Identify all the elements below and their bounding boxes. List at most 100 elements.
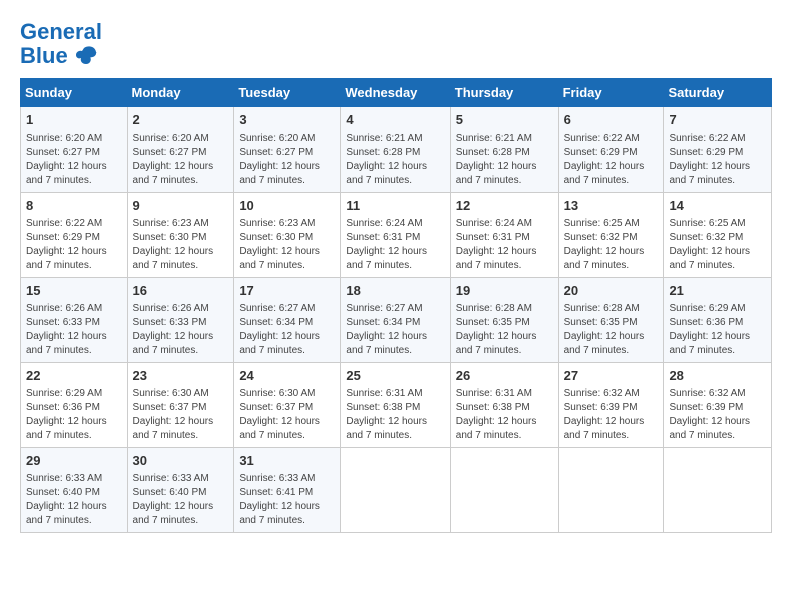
- day-info: Sunrise: 6:22 AMSunset: 6:29 PMDaylight:…: [26, 217, 122, 273]
- day-number: 8: [26, 197, 122, 215]
- calendar-week-row: 29 Sunrise: 6:33 AMSunset: 6:40 PMDayligh…: [21, 448, 772, 533]
- day-info: Sunrise: 6:31 AMSunset: 6:38 PMDaylight:…: [456, 387, 553, 443]
- day-number: 9: [133, 197, 229, 215]
- calendar-cell: 3Sunrise: 6:20 AMSunset: 6:27 PMDaylight…: [234, 107, 341, 192]
- calendar-cell: 18 Sunrise: 6:27 AMSunset: 6:34 PMDayligh…: [341, 277, 450, 362]
- day-number: 1: [26, 111, 122, 129]
- calendar-week-row: 8 Sunrise: 6:22 AMSunset: 6:29 PMDaylight…: [21, 192, 772, 277]
- day-info: Sunrise: 6:26 AMSunset: 6:33 PMDaylight:…: [133, 302, 229, 358]
- calendar-cell: [450, 448, 558, 533]
- day-info: Sunrise: 6:32 AMSunset: 6:39 PMDaylight:…: [669, 387, 766, 443]
- calendar-cell: 15 Sunrise: 6:26 AMSunset: 6:33 PMDayligh…: [21, 277, 128, 362]
- calendar-cell: 16 Sunrise: 6:26 AMSunset: 6:33 PMDayligh…: [127, 277, 234, 362]
- calendar-cell: 29 Sunrise: 6:33 AMSunset: 6:40 PMDayligh…: [21, 448, 128, 533]
- day-number: 20: [564, 282, 659, 300]
- calendar-header-row: SundayMondayTuesdayWednesdayThursdayFrid…: [21, 79, 772, 107]
- day-info: Sunrise: 6:28 AMSunset: 6:35 PMDaylight:…: [564, 302, 659, 358]
- day-number: 24: [239, 367, 335, 385]
- calendar-cell: 27 Sunrise: 6:32 AMSunset: 6:39 PMDayligh…: [558, 362, 664, 447]
- day-info: Sunrise: 6:33 AMSunset: 6:40 PMDaylight:…: [133, 472, 229, 528]
- header-saturday: Saturday: [664, 79, 772, 107]
- day-number: 23: [133, 367, 229, 385]
- day-info: Sunrise: 6:27 AMSunset: 6:34 PMDaylight:…: [239, 302, 335, 358]
- calendar-table: SundayMondayTuesdayWednesdayThursdayFrid…: [20, 78, 772, 533]
- calendar-cell: 25Sunrise: 6:31 AMSunset: 6:38 PMDayligh…: [341, 362, 450, 447]
- calendar-cell: 24 Sunrise: 6:30 AMSunset: 6:37 PMDayligh…: [234, 362, 341, 447]
- header-sunday: Sunday: [21, 79, 128, 107]
- day-info: Sunrise: 6:33 AMSunset: 6:41 PMDaylight:…: [239, 472, 335, 528]
- day-number: 28: [669, 367, 766, 385]
- day-number: 13: [564, 197, 659, 215]
- header-tuesday: Tuesday: [234, 79, 341, 107]
- day-number: 18: [346, 282, 444, 300]
- day-info: Sunrise: 6:23 AMSunset: 6:30 PMDaylight:…: [133, 217, 229, 273]
- day-info: Sunrise: 6:25 AMSunset: 6:32 PMDaylight:…: [669, 217, 766, 273]
- calendar-cell: [341, 448, 450, 533]
- day-info: Sunrise: 6:20 AMSunset: 6:27 PMDaylight:…: [26, 132, 122, 188]
- day-number: 4: [346, 111, 444, 129]
- calendar-cell: 6 Sunrise: 6:22 AMSunset: 6:29 PMDaylight…: [558, 107, 664, 192]
- day-number: 11: [346, 197, 444, 215]
- day-info: Sunrise: 6:20 AMSunset: 6:27 PMDaylight:…: [133, 132, 229, 188]
- calendar-week-row: 22Sunrise: 6:29 AMSunset: 6:36 PMDayligh…: [21, 362, 772, 447]
- calendar-cell: 23 Sunrise: 6:30 AMSunset: 6:37 PMDayligh…: [127, 362, 234, 447]
- day-info: Sunrise: 6:22 AMSunset: 6:29 PMDaylight:…: [564, 132, 659, 188]
- day-info: Sunrise: 6:24 AMSunset: 6:31 PMDaylight:…: [346, 217, 444, 273]
- calendar-cell: 26 Sunrise: 6:31 AMSunset: 6:38 PMDayligh…: [450, 362, 558, 447]
- day-info: Sunrise: 6:21 AMSunset: 6:28 PMDaylight:…: [456, 132, 553, 188]
- day-number: 16: [133, 282, 229, 300]
- day-number: 17: [239, 282, 335, 300]
- day-number: 14: [669, 197, 766, 215]
- calendar-cell: 4 Sunrise: 6:21 AMSunset: 6:28 PMDaylight…: [341, 107, 450, 192]
- calendar-cell: 19 Sunrise: 6:28 AMSunset: 6:35 PMDayligh…: [450, 277, 558, 362]
- calendar-cell: 17 Sunrise: 6:27 AMSunset: 6:34 PMDayligh…: [234, 277, 341, 362]
- calendar-cell: 20 Sunrise: 6:28 AMSunset: 6:35 PMDayligh…: [558, 277, 664, 362]
- header-wednesday: Wednesday: [341, 79, 450, 107]
- day-number: 5: [456, 111, 553, 129]
- day-number: 19: [456, 282, 553, 300]
- day-number: 31: [239, 452, 335, 470]
- calendar-cell: 5 Sunrise: 6:21 AMSunset: 6:28 PMDaylight…: [450, 107, 558, 192]
- calendar-cell: 10Sunrise: 6:23 AMSunset: 6:30 PMDayligh…: [234, 192, 341, 277]
- calendar-cell: 7Sunrise: 6:22 AMSunset: 6:29 PMDaylight…: [664, 107, 772, 192]
- logo-bird-icon: [70, 44, 98, 68]
- calendar-cell: 2 Sunrise: 6:20 AMSunset: 6:27 PMDaylight…: [127, 107, 234, 192]
- day-info: Sunrise: 6:31 AMSunset: 6:38 PMDaylight:…: [346, 387, 444, 443]
- calendar-cell: [664, 448, 772, 533]
- day-number: 29: [26, 452, 122, 470]
- day-info: Sunrise: 6:28 AMSunset: 6:35 PMDaylight:…: [456, 302, 553, 358]
- logo-blue: Blue: [20, 44, 68, 68]
- day-info: Sunrise: 6:24 AMSunset: 6:31 PMDaylight:…: [456, 217, 553, 273]
- header-thursday: Thursday: [450, 79, 558, 107]
- calendar-week-row: 15 Sunrise: 6:26 AMSunset: 6:33 PMDayligh…: [21, 277, 772, 362]
- calendar-cell: 28 Sunrise: 6:32 AMSunset: 6:39 PMDayligh…: [664, 362, 772, 447]
- day-number: 26: [456, 367, 553, 385]
- day-number: 15: [26, 282, 122, 300]
- header-friday: Friday: [558, 79, 664, 107]
- day-info: Sunrise: 6:30 AMSunset: 6:37 PMDaylight:…: [239, 387, 335, 443]
- day-number: 27: [564, 367, 659, 385]
- day-number: 6: [564, 111, 659, 129]
- calendar-cell: 14 Sunrise: 6:25 AMSunset: 6:32 PMDayligh…: [664, 192, 772, 277]
- day-info: Sunrise: 6:20 AMSunset: 6:27 PMDaylight:…: [239, 132, 335, 188]
- day-number: 30: [133, 452, 229, 470]
- day-info: Sunrise: 6:22 AMSunset: 6:29 PMDaylight:…: [669, 132, 766, 188]
- logo: General Blue: [20, 20, 102, 68]
- calendar-cell: 22Sunrise: 6:29 AMSunset: 6:36 PMDayligh…: [21, 362, 128, 447]
- calendar-cell: 30 Sunrise: 6:33 AMSunset: 6:40 PMDayligh…: [127, 448, 234, 533]
- day-info: Sunrise: 6:32 AMSunset: 6:39 PMDaylight:…: [564, 387, 659, 443]
- calendar-cell: 21Sunrise: 6:29 AMSunset: 6:36 PMDayligh…: [664, 277, 772, 362]
- day-info: Sunrise: 6:27 AMSunset: 6:34 PMDaylight:…: [346, 302, 444, 358]
- day-info: Sunrise: 6:21 AMSunset: 6:28 PMDaylight:…: [346, 132, 444, 188]
- calendar-cell: 8 Sunrise: 6:22 AMSunset: 6:29 PMDaylight…: [21, 192, 128, 277]
- calendar-cell: 12 Sunrise: 6:24 AMSunset: 6:31 PMDayligh…: [450, 192, 558, 277]
- day-number: 10: [239, 197, 335, 215]
- day-info: Sunrise: 6:26 AMSunset: 6:33 PMDaylight:…: [26, 302, 122, 358]
- day-info: Sunrise: 6:30 AMSunset: 6:37 PMDaylight:…: [133, 387, 229, 443]
- day-number: 2: [133, 111, 229, 129]
- day-number: 21: [669, 282, 766, 300]
- calendar-cell: 9 Sunrise: 6:23 AMSunset: 6:30 PMDaylight…: [127, 192, 234, 277]
- day-info: Sunrise: 6:33 AMSunset: 6:40 PMDaylight:…: [26, 472, 122, 528]
- day-info: Sunrise: 6:25 AMSunset: 6:32 PMDaylight:…: [564, 217, 659, 273]
- day-number: 12: [456, 197, 553, 215]
